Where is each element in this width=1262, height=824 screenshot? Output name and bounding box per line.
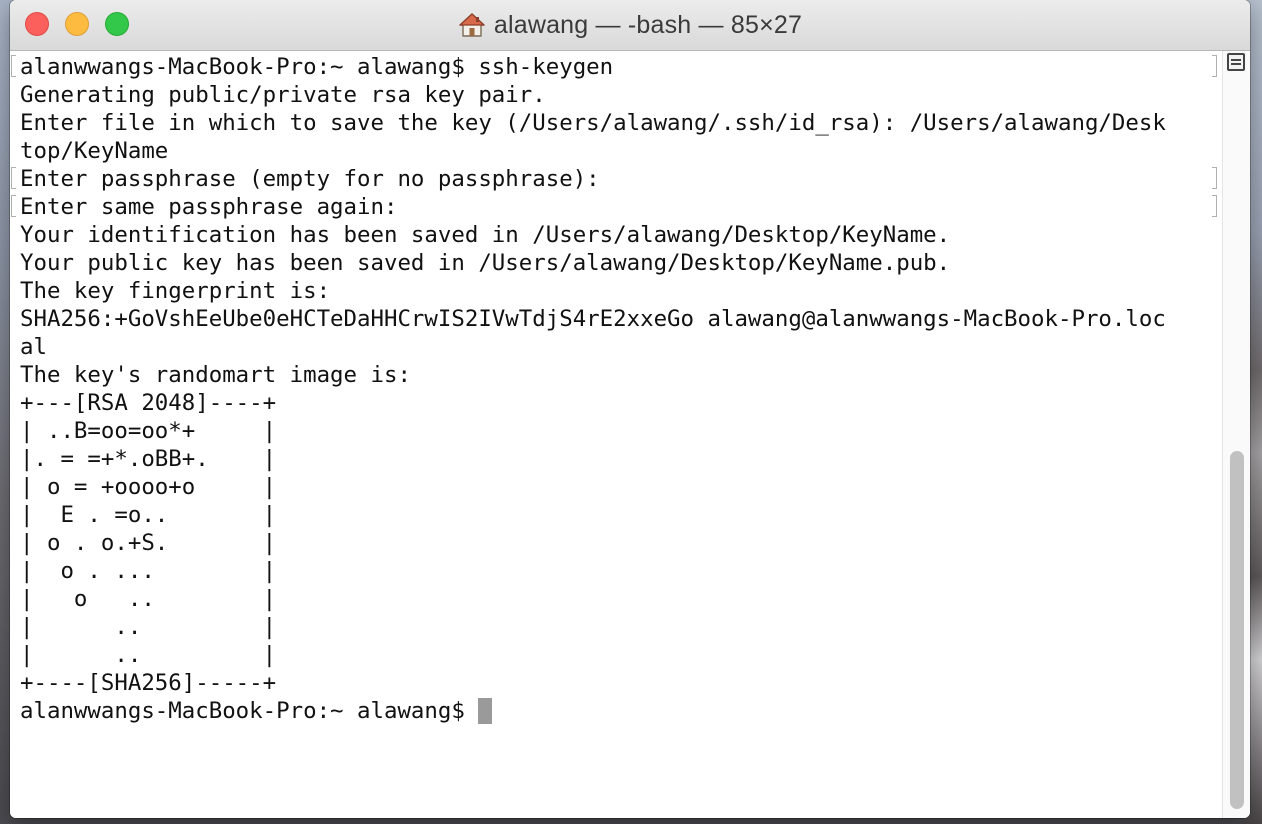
terminal-line: al [20, 333, 1166, 361]
home-icon [458, 11, 486, 39]
window-title-group: alawang — -bash — 85×27 [10, 0, 1250, 50]
terminal-line-text: SHA256:+GoVshEeUbe0eHCTeDaHHCrwIS2IVwTdj… [20, 306, 1166, 332]
split-pane-icon[interactable] [1227, 53, 1245, 71]
text-cursor [478, 698, 493, 724]
terminal-output[interactable]: alanwwangs-MacBook-Pro:~ alawang$ ssh-ke… [10, 51, 1222, 818]
terminal-line-text: Your identification has been saved in /U… [20, 222, 951, 248]
title-bar[interactable]: alawang — -bash — 85×27 [10, 0, 1250, 51]
terminal-line: +---[RSA 2048]----+ [20, 389, 1166, 417]
terminal-line-text: alanwwangs-MacBook-Pro:~ alawang$ ssh-ke… [20, 54, 614, 80]
terminal-line: alanwwangs-MacBook-Pro:~ alawang$ ssh-ke… [11, 53, 1217, 81]
terminal-line: Enter file in which to save the key (/Us… [20, 109, 1166, 137]
terminal-line-text: | ..B=oo=oo*+ | [20, 418, 277, 444]
terminal-line: +----[SHA256]-----+ [20, 669, 1166, 697]
terminal-line: Enter same passphrase again: [11, 193, 1217, 221]
terminal-line-text: Enter passphrase (empty for no passphras… [20, 166, 600, 192]
terminal-line: |. = =+*.oBB+. | [20, 445, 1166, 473]
terminal-line: SHA256:+GoVshEeUbe0eHCTeDaHHCrwIS2IVwTdj… [20, 305, 1166, 333]
terminal-line: top/KeyName [20, 137, 1166, 165]
terminal-line: The key's randomart image is: [20, 361, 1166, 389]
terminal-line-text: | .. | [20, 614, 277, 640]
terminal-line: | o = +oooo+o | [20, 473, 1166, 501]
terminal-line-text: | o . ... | [20, 558, 277, 584]
terminal-line: Your public key has been saved in /Users… [20, 249, 1166, 277]
mark-bracket-left [11, 195, 16, 217]
terminal-line: Generating public/private rsa key pair. [20, 81, 1166, 109]
terminal-line: | o .. | [20, 585, 1166, 613]
terminal-line-text: |. = =+*.oBB+. | [20, 446, 277, 472]
mark-bracket-right [1212, 167, 1217, 189]
terminal-line-text: | .. | [20, 642, 277, 668]
terminal-line: | o . ... | [20, 557, 1166, 585]
terminal-line-text: Enter same passphrase again: [20, 194, 398, 220]
terminal-line-text: | o . o.+S. | [20, 530, 277, 556]
terminal-line: | E . =o.. | [20, 501, 1166, 529]
terminal-line: Your identification has been saved in /U… [20, 221, 1166, 249]
mark-bracket-right [1212, 55, 1217, 77]
terminal-line-text: top/KeyName [20, 138, 169, 164]
terminal-window: alawang — -bash — 85×27 alanwwangs-MacBo… [10, 0, 1250, 818]
mark-bracket-left [11, 55, 16, 77]
mark-bracket-left [11, 167, 16, 189]
terminal-line-text: | o .. | [20, 586, 277, 612]
terminal-line-text: +----[SHA256]-----+ [20, 670, 277, 696]
terminal-line: | o . o.+S. | [20, 529, 1166, 557]
terminal-line-text: +---[RSA 2048]----+ [20, 390, 277, 416]
mark-bracket-right [1212, 195, 1217, 217]
terminal-lines: alanwwangs-MacBook-Pro:~ alawang$ ssh-ke… [11, 53, 1217, 725]
terminal-line-text: | o = +oooo+o | [20, 474, 277, 500]
scrollbar-thumb[interactable] [1230, 451, 1244, 809]
terminal-line-text: Enter file in which to save the key (/Us… [20, 110, 1166, 136]
terminal-line: | ..B=oo=oo*+ | [20, 417, 1166, 445]
terminal-line-text: | E . =o.. | [20, 502, 277, 528]
terminal-line-text: Generating public/private rsa key pair. [20, 82, 546, 108]
terminal-line: The key fingerprint is: [20, 277, 1166, 305]
terminal-line-text: The key's randomart image is: [20, 362, 411, 388]
terminal-line-text: al [20, 334, 47, 360]
prompt-line: alanwwangs-MacBook-Pro:~ alawang$ [20, 697, 1166, 725]
terminal-line: | .. | [20, 613, 1166, 641]
terminal-line: | .. | [20, 641, 1166, 669]
terminal-line-text: Your public key has been saved in /Users… [20, 250, 951, 276]
terminal-line-text: The key fingerprint is: [20, 278, 331, 304]
window-title: alawang — -bash — 85×27 [493, 10, 803, 39]
scrollbar-track[interactable] [1222, 51, 1250, 818]
terminal-line: Enter passphrase (empty for no passphras… [11, 165, 1217, 193]
prompt-text: alanwwangs-MacBook-Pro:~ alawang$ [20, 698, 479, 724]
